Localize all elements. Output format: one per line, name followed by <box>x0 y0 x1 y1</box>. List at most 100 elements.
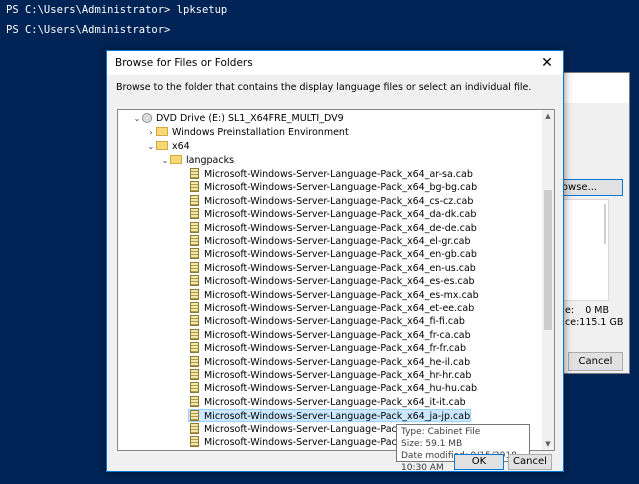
browse-dialog: Browse for Files or Folders ✕ Browse to … <box>106 50 564 472</box>
tree-item-label: x64 <box>172 141 190 152</box>
cabinet-file-icon <box>190 395 199 407</box>
dialog-titlebar[interactable]: Browse for Files or Folders ✕ <box>107 51 563 75</box>
cabinet-file-icon <box>190 288 199 300</box>
file-item[interactable]: Microsoft-Windows-Server-Language-Pack_x… <box>190 181 477 194</box>
available-space-label: ce: <box>565 317 580 328</box>
file-item[interactable]: Microsoft-Windows-Server-Language-Pack_x… <box>190 355 471 369</box>
tree-item-folder[interactable]: › Windows Preinstallation Environment <box>146 126 349 139</box>
file-item-label: Microsoft-Windows-Server-Language-Pack_x… <box>204 262 476 274</box>
cabinet-file-icon <box>190 369 199 380</box>
file-item-label: Microsoft-Windows-Server-Language-Pack_x… <box>204 209 477 221</box>
cabinet-file-icon <box>190 194 199 206</box>
cabinet-file-icon <box>190 328 199 340</box>
background-cancel-button[interactable]: Cancel <box>568 352 623 371</box>
chevron-down-icon[interactable]: ⌄ <box>132 112 142 125</box>
file-item-label: Microsoft-Windows-Server-Language-Pack_x… <box>204 182 478 194</box>
required-space-row: e: 0 MB <box>565 305 609 316</box>
tree-item-label: Windows Preinstallation Environment <box>172 127 349 138</box>
tree-item-label: DVD Drive (E:) SL1_X64FRE_MULTI_DV9 <box>156 113 344 124</box>
cabinet-file-icon <box>190 355 199 367</box>
cabinet-file-icon <box>190 181 199 193</box>
tooltip-size: Size: 59.1 MB <box>401 439 463 449</box>
tooltip-type: Type: Cabinet File <box>401 427 481 437</box>
cabinet-file-icon <box>190 168 199 179</box>
chevron-down-icon[interactable]: ⌄ <box>146 140 156 153</box>
file-item[interactable]: Microsoft-Windows-Server-Language-Pack_x… <box>190 275 475 288</box>
ok-button[interactable]: OK <box>454 454 504 470</box>
tree-item-label: langpacks <box>186 155 235 166</box>
file-item-label: Microsoft-Windows-Server-Language-Pack_x… <box>204 343 466 355</box>
vertical-scrollbar[interactable]: ▲ ▼ <box>542 110 554 450</box>
file-item-label: Microsoft-Windows-Server-Language-Pack_x… <box>204 329 471 341</box>
file-item[interactable]: Microsoft-Windows-Server-Language-Pack_x… <box>190 328 471 342</box>
file-item[interactable]: Microsoft-Windows-Server-Language-Pack_x… <box>188 409 472 423</box>
file-item[interactable]: Microsoft-Windows-Server-Language-Pack_x… <box>190 261 476 275</box>
file-item[interactable]: Microsoft-Windows-Server-Language-Pack_x… <box>190 248 477 261</box>
tree-item-folder[interactable]: ⌄ langpacks <box>160 154 234 167</box>
cabinet-file-icon <box>190 436 199 447</box>
file-item[interactable]: Microsoft-Windows-Server-Language-Pack_x… <box>190 369 471 382</box>
file-item[interactable]: Microsoft-Windows-Server-Language-Pack_x… <box>190 342 466 355</box>
file-item-label: Microsoft-Windows-Server-Language-Pack_x… <box>204 303 475 314</box>
file-item[interactable]: Microsoft-Windows-Server-Language-Pack_x… <box>190 382 477 395</box>
cancel-button[interactable]: Cancel <box>508 454 552 470</box>
file-item[interactable]: Microsoft-Windows-Server-Language-Pack_x… <box>190 235 471 248</box>
cabinet-file-icon <box>190 221 199 233</box>
required-space-label: e: <box>565 305 575 316</box>
cabinet-file-icon <box>190 382 199 394</box>
tree-item-drive[interactable]: ⌄ DVD Drive (E:) SL1_X64FRE_MULTI_DV9 <box>132 112 344 125</box>
folder-icon <box>156 127 168 136</box>
tree-item-folder[interactable]: ⌄ x64 <box>146 140 190 153</box>
file-item-label: Microsoft-Windows-Server-Language-Pack_x… <box>204 195 474 207</box>
console-line-2: PS C:\Users\Administrator> <box>6 24 171 36</box>
available-space-value: 115.1 GB <box>579 317 624 328</box>
file-item-label: Microsoft-Windows-Server-Language-Pack_x… <box>204 276 475 288</box>
cabinet-file-icon <box>190 302 199 313</box>
dialog-title: Browse for Files or Folders <box>115 57 253 69</box>
file-item-label: Microsoft-Windows-Server-Language-Pack_x… <box>204 169 473 180</box>
close-icon[interactable]: ✕ <box>537 53 557 73</box>
file-item-label: Microsoft-Windows-Server-Language-Pack_x… <box>204 236 471 247</box>
background-panel <box>559 199 609 301</box>
cabinet-file-icon <box>190 422 199 434</box>
background-scrollbar[interactable] <box>604 204 606 244</box>
cabinet-file-icon <box>190 275 199 287</box>
cabinet-file-icon <box>190 315 199 327</box>
cabinet-file-icon <box>190 410 199 422</box>
chevron-right-icon[interactable]: › <box>146 126 156 139</box>
dialog-instruction: Browse to the folder that contains the d… <box>116 82 532 93</box>
cabinet-file-icon <box>190 342 199 354</box>
folder-tree[interactable]: ⌄ DVD Drive (E:) SL1_X64FRE_MULTI_DV9 › Wi… <box>117 109 555 451</box>
required-space-value: 0 MB <box>585 305 609 316</box>
available-space-row: ce: 115.1 GB <box>565 317 623 328</box>
file-item-label: Microsoft-Windows-Server-Language-Pack_x… <box>204 289 479 301</box>
scroll-thumb[interactable] <box>544 190 552 330</box>
browse-button[interactable]: rowse... <box>554 179 623 196</box>
folder-icon <box>156 141 168 150</box>
file-item-label: Microsoft-Windows-Server-Language-Pack_x… <box>204 222 477 234</box>
scroll-up-arrow-icon[interactable]: ▲ <box>542 110 554 122</box>
file-item-label: Microsoft-Windows-Server-Language-Pack_x… <box>204 383 478 395</box>
file-item-label: Microsoft-Windows-Server-Language-Pack_x… <box>204 370 472 381</box>
file-item[interactable]: Microsoft-Windows-Server-Language-Pack_x… <box>190 221 477 235</box>
scroll-down-arrow-icon[interactable]: ▼ <box>542 438 554 450</box>
file-item-label: Microsoft-Windows-Server-Language-Pack_x… <box>204 249 477 261</box>
file-item[interactable]: Microsoft-Windows-Server-Language-Pack_x… <box>190 208 476 221</box>
file-item[interactable]: Microsoft-Windows-Server-Language-Pack_x… <box>190 168 473 181</box>
file-item-label: Microsoft-Windows-Server-Language-Pack_x… <box>204 411 471 423</box>
dvd-drive-icon <box>142 113 152 123</box>
cabinet-file-icon <box>190 261 199 273</box>
file-item[interactable]: Microsoft-Windows-Server-Language-Pack_x… <box>190 302 474 315</box>
cabinet-file-icon <box>190 248 199 260</box>
file-item[interactable]: Microsoft-Windows-Server-Language-Pack_x… <box>190 288 479 302</box>
file-item-label: Microsoft-Windows-Server-Language-Pack_x… <box>204 356 471 368</box>
file-item-label: Microsoft-Windows-Server-Language-Pack_x… <box>204 316 465 328</box>
cabinet-file-icon <box>190 208 199 220</box>
file-item[interactable]: Microsoft-Windows-Server-Language-Pack_x… <box>190 315 465 328</box>
chevron-down-icon[interactable]: ⌄ <box>160 154 170 167</box>
folder-icon <box>170 155 182 164</box>
file-item[interactable]: Microsoft-Windows-Server-Language-Pack_x… <box>190 395 466 409</box>
file-item[interactable]: Microsoft-Windows-Server-Language-Pack_x… <box>190 194 474 208</box>
cabinet-file-icon <box>190 235 199 246</box>
console-line-1: PS C:\Users\Administrator> lpksetup <box>6 4 228 16</box>
